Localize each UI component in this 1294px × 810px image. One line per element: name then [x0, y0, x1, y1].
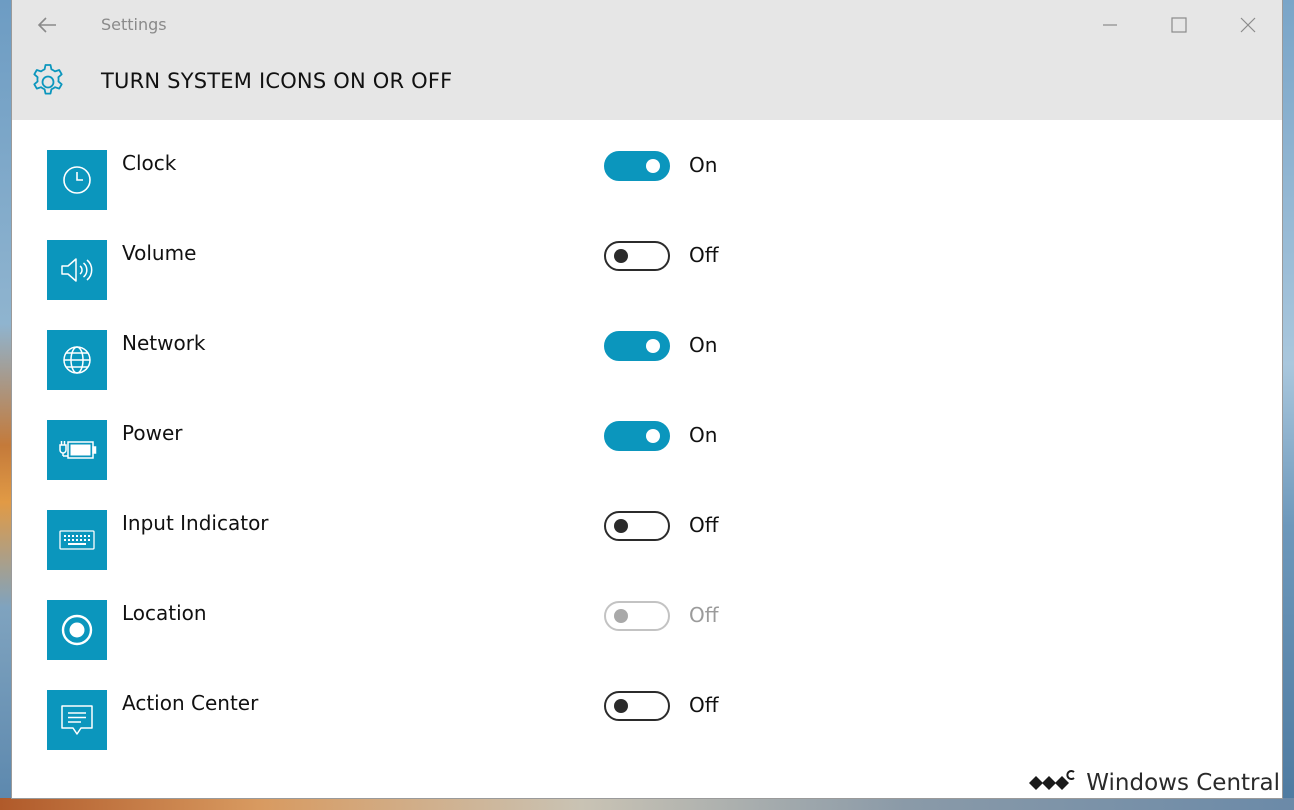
back-button[interactable] — [32, 10, 62, 40]
maximize-icon — [1170, 17, 1187, 33]
state-label-network: On — [689, 333, 718, 357]
close-icon — [1240, 17, 1255, 33]
toggle-knob — [646, 159, 660, 173]
toggle-clock[interactable] — [604, 151, 670, 181]
minimize-button[interactable] — [1075, 0, 1144, 50]
list-item-volume: Volume Off — [12, 240, 1282, 300]
list-item-power: Power On — [12, 420, 1282, 480]
item-label-input-indicator: Input Indicator — [122, 511, 269, 535]
watermark-text: Windows Central — [1086, 770, 1280, 796]
list-item-action-center: Action Center Off — [12, 690, 1282, 750]
watermark: Windows Central — [1022, 768, 1280, 798]
toggle-knob — [646, 339, 660, 353]
item-label-network: Network — [122, 331, 206, 355]
settings-window: Settings TURN SYSTEM ICONS ON OR OFF Clo… — [11, 0, 1283, 799]
state-label-power: On — [689, 423, 718, 447]
network-tile — [47, 330, 107, 390]
state-label-action-center: Off — [689, 693, 719, 717]
desktop-wallpaper-bottom — [0, 798, 1294, 810]
toggle-power[interactable] — [604, 421, 670, 451]
toggle-network[interactable] — [604, 331, 670, 361]
page-header: TURN SYSTEM ICONS ON OR OFF — [12, 50, 1282, 120]
item-label-power: Power — [122, 421, 183, 445]
toggle-input-indicator[interactable] — [604, 511, 670, 541]
page-title: TURN SYSTEM ICONS ON OR OFF — [101, 69, 453, 93]
toggle-action-center[interactable] — [604, 691, 670, 721]
volume-icon — [61, 258, 93, 282]
location-icon — [61, 614, 93, 646]
list-item-clock: Clock On — [12, 150, 1282, 210]
minimize-icon — [1102, 24, 1117, 26]
toggle-knob — [614, 519, 628, 533]
toggle-volume[interactable] — [604, 241, 670, 271]
globe-icon — [63, 346, 91, 374]
desktop-wallpaper-right — [1282, 0, 1294, 810]
windows-central-logo-icon — [1029, 770, 1075, 790]
toggle-knob — [646, 429, 660, 443]
keyboard-icon — [59, 530, 95, 550]
volume-tile — [47, 240, 107, 300]
item-label-action-center: Action Center — [122, 691, 259, 715]
location-tile — [47, 600, 107, 660]
state-label-input-indicator: Off — [689, 513, 719, 537]
window-controls — [1075, 0, 1282, 50]
power-plug-icon — [59, 441, 97, 459]
clock-icon — [63, 166, 91, 194]
clock-tile — [47, 150, 107, 210]
list-item-network: Network On — [12, 330, 1282, 390]
state-label-location: Off — [689, 603, 719, 627]
back-arrow-icon — [37, 17, 56, 33]
item-label-volume: Volume — [122, 241, 197, 265]
gear-icon — [33, 64, 63, 95]
title-bar: Settings — [12, 0, 1282, 50]
item-label-location: Location — [122, 601, 207, 625]
action-center-tile — [47, 690, 107, 750]
list-item-input-indicator: Input Indicator Off — [12, 510, 1282, 570]
window-title: Settings — [101, 15, 167, 34]
state-label-clock: On — [689, 153, 718, 177]
action-center-icon — [61, 705, 93, 735]
power-tile — [47, 420, 107, 480]
list-item-location: Location Off — [12, 600, 1282, 660]
toggle-location[interactable] — [604, 601, 670, 631]
state-label-volume: Off — [689, 243, 719, 267]
close-button[interactable] — [1213, 0, 1282, 50]
item-label-clock: Clock — [122, 151, 177, 175]
toggle-knob — [614, 249, 628, 263]
toggle-knob — [614, 699, 628, 713]
toggle-knob — [614, 609, 628, 623]
maximize-button[interactable] — [1144, 0, 1213, 50]
input-indicator-tile — [47, 510, 107, 570]
